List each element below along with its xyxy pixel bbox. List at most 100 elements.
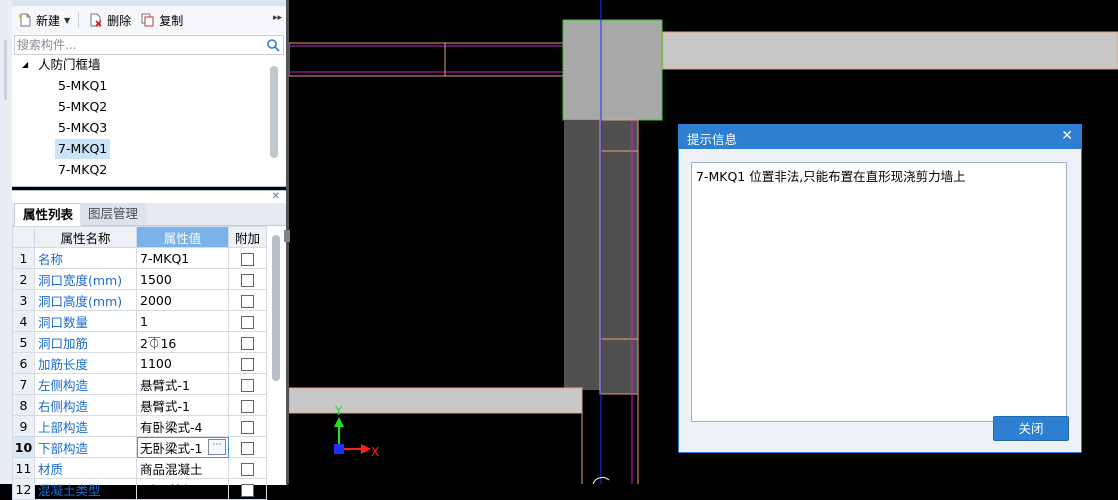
- property-row[interactable]: 7 左侧构造 悬臂式-1: [12, 373, 267, 395]
- property-name-header[interactable]: 属性名称: [34, 226, 137, 248]
- property-table: 属性名称 属性值 附加 1 名称 7-MKQ1 2 洞口宽度(mm) 1500 3 洞口高度(…: [12, 226, 267, 500]
- tree-collapse-icon[interactable]: ◢: [22, 55, 28, 75]
- close-button[interactable]: 关闭: [993, 416, 1069, 441]
- property-row[interactable]: 12 混凝土类型 (碎石粒径...: [12, 478, 267, 500]
- extra-cell: [228, 310, 267, 332]
- search-input[interactable]: [15, 36, 261, 54]
- extra-checkbox[interactable]: [241, 378, 254, 392]
- property-row[interactable]: 1 名称 7-MKQ1: [12, 247, 267, 269]
- property-value[interactable]: 2⏁16: [136, 331, 229, 353]
- property-value-header[interactable]: 属性值: [136, 226, 229, 248]
- property-scrollbar[interactable]: [272, 235, 280, 381]
- property-value[interactable]: 有卧梁式-4: [136, 415, 229, 437]
- extra-checkbox[interactable]: [241, 315, 254, 329]
- property-row[interactable]: 6 加筋长度 1100: [12, 352, 267, 374]
- property-value-text: 商品混凝土: [140, 461, 203, 477]
- property-name: 左侧构造: [34, 373, 137, 395]
- extra-checkbox[interactable]: [241, 462, 254, 476]
- property-value[interactable]: 2000: [136, 289, 229, 311]
- extra-cell: [228, 268, 267, 290]
- extra-checkbox[interactable]: [241, 336, 254, 350]
- tree-scrollbar[interactable]: [270, 66, 278, 158]
- x-axis-label: X: [371, 445, 379, 459]
- property-value[interactable]: 商品混凝土: [136, 457, 229, 479]
- new-dropdown-icon[interactable]: ▼: [64, 16, 70, 25]
- extra-checkbox[interactable]: [241, 441, 254, 455]
- extra-checkbox[interactable]: [241, 420, 254, 434]
- property-value-text: 悬臂式-1: [140, 377, 190, 393]
- property-value[interactable]: 悬臂式-1: [136, 394, 229, 416]
- extra-cell: [228, 352, 267, 374]
- property-name: 下部构造: [34, 436, 137, 458]
- wall-vertical-dark: [564, 120, 600, 390]
- property-value-text: 无卧梁式-1: [140, 440, 203, 456]
- property-row[interactable]: 9 上部构造 有卧梁式-4: [12, 415, 267, 437]
- toolbar-separator: [78, 12, 80, 28]
- dialog-title: 提示信息: [687, 132, 738, 147]
- wall-lower: [289, 387, 583, 414]
- property-row[interactable]: 11 材质 商品混凝土: [12, 457, 267, 479]
- toolbar-overflow-icon[interactable]: ▸▸: [273, 13, 282, 23]
- tree-item[interactable]: 5-MKQ1: [58, 76, 107, 96]
- tree-root-label[interactable]: 人防门框墙: [38, 55, 101, 75]
- extra-checkbox[interactable]: [241, 294, 254, 308]
- new-button[interactable]: 新建 ▼: [14, 9, 74, 31]
- property-value[interactable]: 1100: [136, 352, 229, 374]
- row-number: 7: [12, 373, 35, 395]
- dock-grip[interactable]: [4, 40, 7, 100]
- property-row[interactable]: 8 右侧构造 悬臂式-1: [12, 394, 267, 416]
- property-value[interactable]: 7-MKQ1: [136, 247, 229, 269]
- property-value-text: (碎石粒径...: [140, 482, 207, 498]
- delete-button[interactable]: 删除: [85, 9, 135, 31]
- ellipsis-button[interactable]: ⋯: [208, 439, 226, 455]
- property-value[interactable]: 1500: [136, 268, 229, 290]
- dialog-message: 7-MKQ1 位置非法,只能布置在直形现浇剪力墙上: [691, 162, 1067, 422]
- tree-item[interactable]: 5-MKQ2: [58, 97, 107, 117]
- wall-right-upper: [662, 31, 1118, 70]
- property-value-text: 有卧梁式-4: [140, 419, 203, 435]
- left-dock-strip: [0, 0, 12, 484]
- property-row[interactable]: 4 洞口数量 1: [12, 310, 267, 332]
- property-row[interactable]: 10 下部构造 无卧梁式-1 ⋯: [12, 436, 267, 458]
- extra-checkbox[interactable]: [241, 483, 254, 497]
- extra-checkbox[interactable]: [241, 357, 254, 371]
- copy-button[interactable]: 复制: [137, 9, 187, 31]
- delete-button-label: 删除: [107, 13, 132, 28]
- extra-header[interactable]: 附加: [228, 226, 267, 248]
- tree-item-selected[interactable]: 7-MKQ1: [55, 139, 111, 159]
- new-button-label: 新建: [36, 13, 61, 28]
- close-icon[interactable]: ✕: [1061, 128, 1073, 144]
- extra-cell: [228, 331, 267, 353]
- extra-cell: [228, 478, 267, 500]
- extra-checkbox[interactable]: [241, 399, 254, 413]
- property-name: 材质: [34, 457, 137, 479]
- property-value-text: 悬臂式-1: [140, 398, 190, 414]
- tree-item[interactable]: 5-MKQ3: [58, 118, 107, 138]
- property-value[interactable]: 1: [136, 310, 229, 332]
- row-number: 4: [12, 310, 35, 332]
- extra-cell: [228, 415, 267, 437]
- property-row[interactable]: 2 洞口宽度(mm) 1500: [12, 268, 267, 290]
- property-row[interactable]: 5 洞口加筋 2⏁16: [12, 331, 267, 353]
- property-value[interactable]: 悬臂式-1: [136, 373, 229, 395]
- search-box: [14, 35, 284, 55]
- extra-checkbox[interactable]: [241, 252, 254, 266]
- row-number: 3: [12, 289, 35, 311]
- row-number: 11: [12, 457, 35, 479]
- property-value[interactable]: (碎石粒径...: [136, 478, 229, 500]
- column-block: [562, 19, 663, 121]
- extra-cell: [228, 247, 267, 269]
- property-value-text: 2⏁16: [140, 335, 177, 351]
- y-axis-label: Y: [334, 404, 343, 418]
- dialog-title-bar[interactable]: 提示信息 ✕: [679, 125, 1081, 149]
- extra-checkbox[interactable]: [241, 273, 254, 287]
- tab-layer-management[interactable]: 图层管理: [80, 203, 147, 225]
- property-row[interactable]: 3 洞口高度(mm) 2000: [12, 289, 267, 311]
- extra-cell: [228, 373, 267, 395]
- wall-outline-left: [289, 42, 565, 77]
- property-value-editor[interactable]: 无卧梁式-1 ⋯: [136, 436, 229, 458]
- panel-close-icon[interactable]: ✕: [272, 191, 280, 202]
- tree-item[interactable]: 7-MKQ2: [58, 160, 107, 180]
- tab-property-list[interactable]: 属性列表: [14, 203, 83, 226]
- search-icon[interactable]: [266, 38, 280, 52]
